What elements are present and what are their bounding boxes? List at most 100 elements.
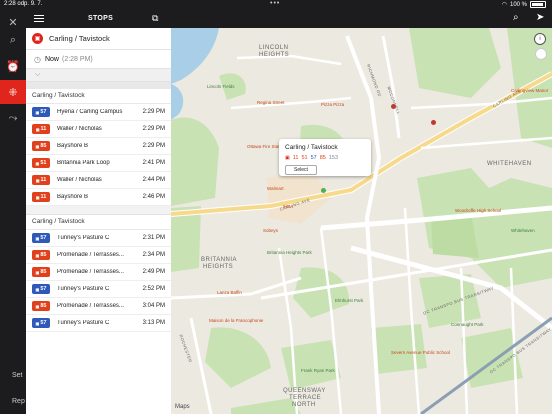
clock-icon: ◷ <box>34 54 41 64</box>
departure-time: 2:49 PM <box>142 269 165 275</box>
divider <box>26 82 171 89</box>
route-number: 57 <box>40 320 47 326</box>
stop-name: Carling / Tavistock <box>49 34 110 43</box>
stop-marker[interactable] <box>431 120 436 125</box>
departure-time: 2:41 PM <box>142 160 165 166</box>
stop-marker[interactable] <box>391 104 396 109</box>
destination: Tunney's Pasture C <box>57 320 110 326</box>
departure-row[interactable]: ▣ 11 Waller / Nicholas 2:29 PM <box>26 121 171 138</box>
when-label: Now <box>44 55 59 63</box>
departure-row[interactable]: ▣ 11 Waller / Nicholas 2:44 PM <box>26 172 171 189</box>
left-rail: ✕ ⌕ ⏰ ⁜ ⤳ Set Rep <box>0 10 26 414</box>
map-area-label: WHITEHAVEN <box>487 161 532 167</box>
departure-row[interactable]: ▣ 57 Tunney's Pasture C 2:52 PM <box>26 281 171 298</box>
windows-icon[interactable]: ⧉ <box>152 13 158 24</box>
wifi-icon: ◠ <box>501 2 507 8</box>
poi-label: Woodroffe High School <box>455 208 502 213</box>
departure-time: 2:31 PM <box>142 235 165 241</box>
menu-icon[interactable] <box>34 13 44 23</box>
poi-label: Lanza Baffin <box>217 290 242 295</box>
destination: Britannia Park Loop <box>57 160 110 166</box>
compass-icon[interactable] <box>535 48 547 60</box>
map-area-label: QUEENSWAY <box>283 388 326 394</box>
bus-icon: ▣ <box>35 160 40 166</box>
callout-route-number: 51 <box>301 155 308 161</box>
callout-routes: ▣ 11 51 57 85 153 <box>285 155 338 161</box>
rail-settings-label[interactable]: Set <box>12 372 23 379</box>
route-number: 51 <box>40 160 47 166</box>
time-selector[interactable]: ◷ Now (2:28 PM) <box>26 50 171 69</box>
alarm-clock-icon[interactable]: ⏰ <box>0 54 26 78</box>
location-arrow-icon[interactable]: ➤ <box>536 12 544 23</box>
stops-icon[interactable]: ⁜ <box>0 80 26 104</box>
departure-row[interactable]: ▣ 11 Bayshore B 2:46 PM <box>26 189 171 206</box>
bus-icon: ▣ <box>35 252 40 258</box>
callout-route-number: 85 <box>319 155 326 161</box>
rail-report-label[interactable]: Rep <box>12 398 25 405</box>
route-number: 85 <box>40 252 47 258</box>
bus-icon: ▣ <box>35 320 40 326</box>
multitasking-dots[interactable]: ••• <box>270 0 280 7</box>
departure-row[interactable]: ▣ 57 Tunney's Pasture C 3:13 PM <box>26 315 171 332</box>
departure-time: 2:29 PM <box>142 143 165 149</box>
search-icon[interactable]: ⌕ <box>0 28 26 52</box>
collapse-toggle[interactable]: ⌵ <box>26 69 171 82</box>
bus-icon: ▣ <box>35 269 40 275</box>
destination: Tunney's Pasture C <box>57 286 110 292</box>
departure-row[interactable]: ▣ 85 Promenade / Terrasses... 2:34 PM <box>26 247 171 264</box>
poi-label: Whitehaven <box>511 228 535 233</box>
departure-row[interactable]: ▣ 51 Britannia Park Loop 2:41 PM <box>26 155 171 172</box>
map-area-label: LINCOLN <box>259 45 289 51</box>
poi-label: Regina Street <box>257 100 285 105</box>
departure-row[interactable]: ▣ 57 Hyena / Carling Campus 2:29 PM <box>26 104 171 121</box>
departure-row[interactable]: ▣ 85 Bayshore B 2:29 PM <box>26 138 171 155</box>
select-button[interactable]: Select <box>285 165 317 175</box>
destination: Promenade / Terrasses... <box>57 303 124 309</box>
status-right: ◠ 100 % <box>502 1 546 8</box>
departure-time: 2:34 PM <box>142 252 165 258</box>
departure-time: 2:29 PM <box>142 109 165 115</box>
departure-time: 2:52 PM <box>142 286 165 292</box>
callout-route-number: 153 <box>328 155 339 161</box>
poi-label: Sobeys <box>263 228 279 233</box>
destination: Waller / Nicholas <box>57 177 102 183</box>
departure-row[interactable]: ▣ 85 Promenade / Terrasses... 2:49 PM <box>26 264 171 281</box>
poi-label: Britannia Heights Park <box>267 250 312 255</box>
poi-label: Lincoln Fields <box>207 84 235 89</box>
stop-callout[interactable]: Carling / Tavistock ▣ 11 51 57 85 153 Select <box>279 139 371 176</box>
route-number: 57 <box>40 109 47 115</box>
route-badge: ▣ 11 <box>32 124 50 134</box>
section-title: Carling / Tavistock <box>26 215 171 230</box>
map-area-label: HEIGHTS <box>259 52 290 58</box>
departure-row[interactable]: ▣ 85 Promenade / Terrasses... 3:04 PM <box>26 298 171 315</box>
bus-icon: ▣ <box>35 235 40 241</box>
stop-header[interactable]: ▣ Carling / Tavistock <box>26 28 171 50</box>
bus-icon: ▣ <box>35 303 40 309</box>
map-search-icon[interactable]: ⌕ <box>513 12 519 23</box>
departure-time: 3:04 PM <box>142 303 165 309</box>
route-badge: ▣ 11 <box>32 175 50 185</box>
poi-label: Frank Ryan Park <box>301 368 335 373</box>
departure-row[interactable]: ▣ 57 Tunney's Pasture C 2:31 PM <box>26 230 171 247</box>
map-area-label: TERRACE <box>289 395 322 401</box>
route-number: 11 <box>40 126 47 132</box>
route-badge: ▣ 57 <box>32 233 50 243</box>
bus-icon: ▣ <box>35 177 40 183</box>
bus-icon: ▣ <box>35 194 40 200</box>
poi-label: Walmart <box>267 186 284 191</box>
bus-icon: ▣ <box>35 286 40 292</box>
destination: Hyena / Carling Campus <box>57 109 123 115</box>
route-number: 57 <box>40 286 47 292</box>
chevron-down-icon: ⌵ <box>35 71 41 78</box>
selected-stop-marker[interactable] <box>321 188 326 193</box>
page-title: STOPS <box>88 15 114 22</box>
info-icon[interactable]: i <box>534 33 546 45</box>
destination: Waller / Nicholas <box>57 126 102 132</box>
map-view[interactable]: i LINCOLN HEIGHTS WHITEHAVEN BRITANNIA H… <box>171 28 552 414</box>
bus-icon: ▣ <box>35 109 40 115</box>
trip-route-icon[interactable]: ⤳ <box>0 106 26 130</box>
departures-list: Carling / Tavistock ▣ 57 Hyena / Carling Ca… <box>26 89 171 332</box>
route-badge: ▣ 11 <box>32 192 50 202</box>
departure-time: 2:29 PM <box>142 126 165 132</box>
poi-label: Severn Avenue Public School <box>391 350 450 355</box>
